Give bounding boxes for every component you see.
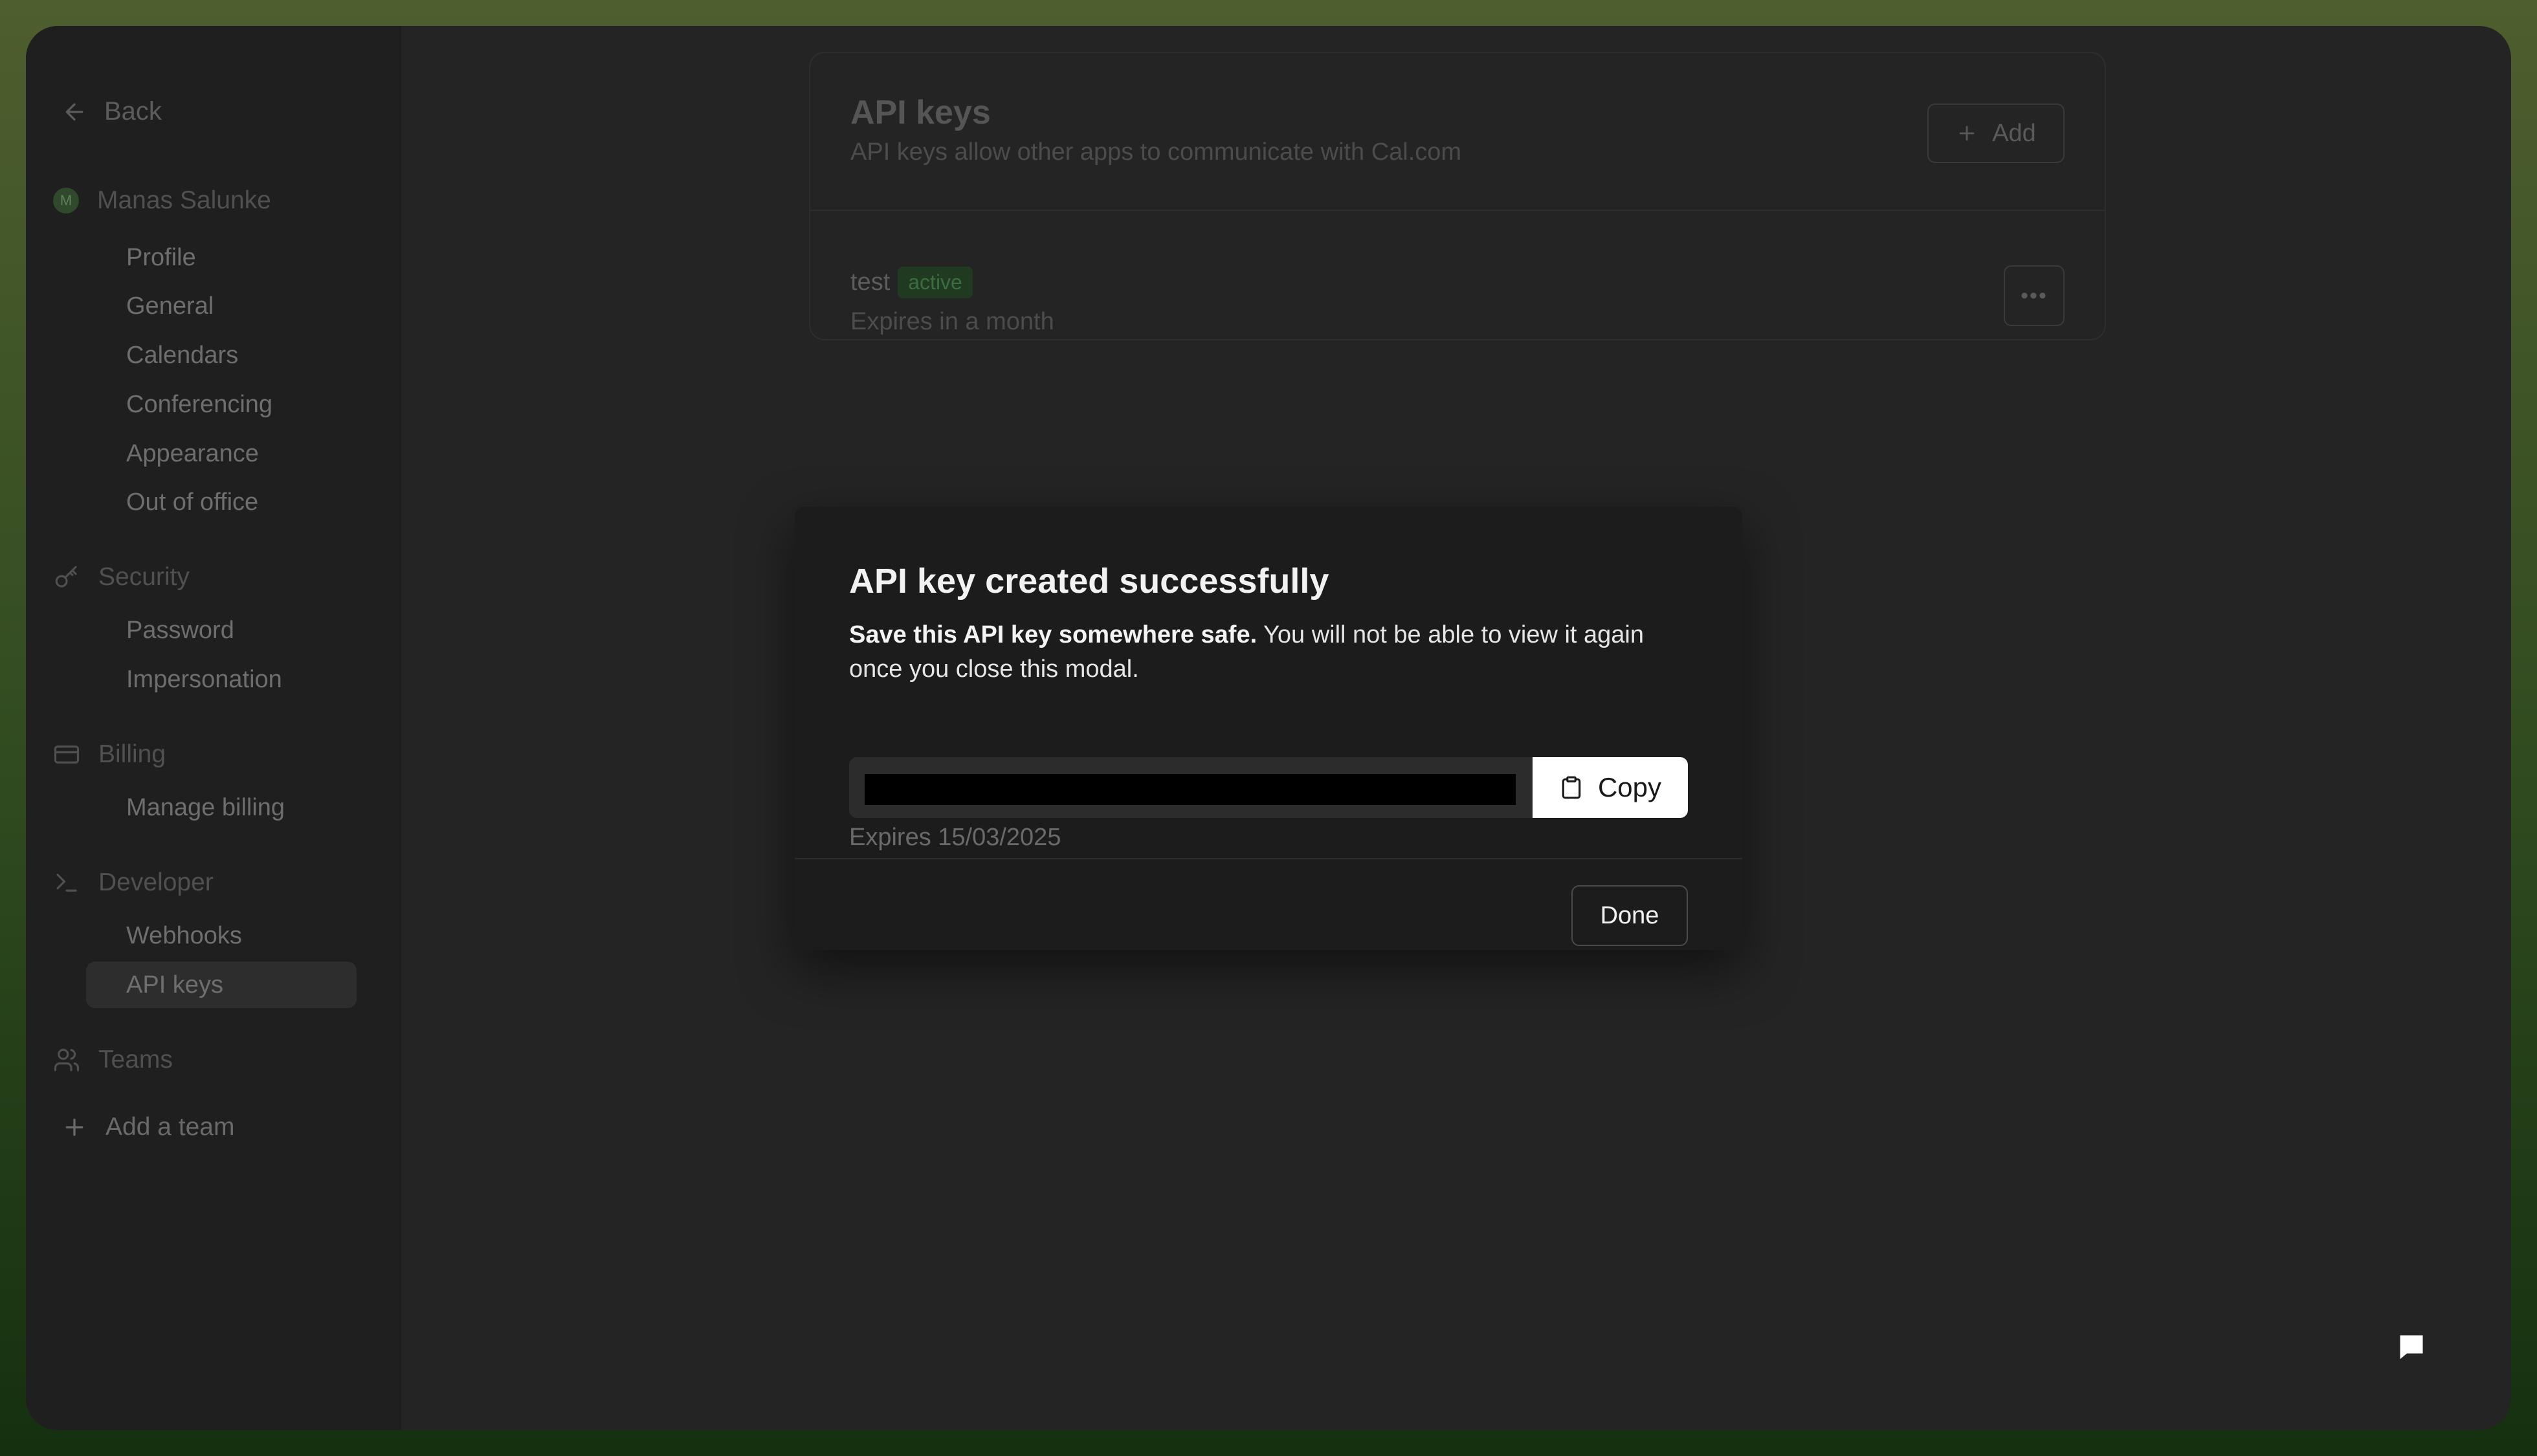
sidebar-item-profile[interactable]: Profile (100, 234, 346, 281)
sidebar-item-out-of-office[interactable]: Out of office (100, 479, 346, 525)
sidebar-user-header: M Manas Salunke (53, 186, 271, 215)
sidebar-item-api-keys[interactable]: API keys (86, 962, 357, 1008)
card-header: API keys API keys allow other apps to co… (810, 53, 2105, 211)
chat-icon[interactable] (2398, 1333, 2425, 1360)
api-keys-card: API keys API keys allow other apps to co… (809, 52, 2106, 340)
sidebar-section-billing: Billing (53, 740, 166, 769)
modal-expiry: Expires 15/03/2025 (849, 824, 1061, 851)
copy-button[interactable]: Copy (1533, 757, 1688, 818)
plus-icon (1959, 126, 1975, 141)
billing-label: Billing (98, 740, 166, 768)
developer-label: Developer (98, 868, 214, 896)
sidebar-item-impersonation[interactable]: Impersonation (100, 656, 346, 703)
api-key-name: test (850, 269, 891, 296)
api-key-expiry: Expires in a month (850, 308, 1054, 335)
sidebar-item-manage-billing[interactable]: Manage billing (100, 784, 346, 831)
status-badge: active (898, 267, 973, 298)
sidebar-item-general[interactable]: General (100, 283, 346, 329)
clipboard-icon (1562, 776, 1581, 799)
sidebar-section-security: Security (53, 563, 190, 591)
credit-card-icon (53, 741, 80, 768)
api-key-created-modal: API key created successfully Save this A… (795, 507, 1742, 950)
sidebar-item-calendars[interactable]: Calendars (100, 332, 346, 379)
modal-divider (795, 858, 1742, 859)
app-window: Back M Manas Salunke Profile General Cal… (26, 26, 2511, 1430)
settings-sidebar: Back M Manas Salunke Profile General Cal… (26, 26, 401, 1430)
page-subtitle: API keys allow other apps to communicate… (850, 138, 1462, 166)
ellipsis-icon: ••• (2021, 283, 2048, 308)
users-icon (53, 1046, 80, 1074)
back-label: Back (104, 97, 162, 126)
api-key-field[interactable] (849, 757, 1533, 818)
plus-icon (65, 1118, 83, 1136)
add-button-label: Add (1992, 119, 2036, 147)
back-link[interactable]: Back (61, 91, 162, 133)
modal-warning-bold: Save this API key somewhere safe. (849, 621, 1257, 648)
modal-description: Save this API key somewhere safe. You wi… (849, 618, 1690, 687)
api-key-row: test active (850, 267, 973, 298)
sidebar-section-developer: Developer (53, 868, 214, 897)
avatar: M (53, 188, 79, 214)
sidebar-section-teams[interactable]: Teams (53, 1046, 173, 1074)
key-icon (53, 564, 80, 591)
more-options-button[interactable]: ••• (2004, 265, 2065, 326)
security-label: Security (98, 563, 190, 591)
terminal-icon (53, 869, 80, 896)
sidebar-item-conferencing[interactable]: Conferencing (100, 381, 346, 428)
modal-title: API key created successfully (849, 562, 1329, 601)
add-team-link[interactable]: Add a team (61, 1113, 234, 1142)
page-title: API keys (850, 94, 991, 131)
add-api-key-button[interactable]: Add (1927, 104, 2065, 163)
user-name: Manas Salunke (97, 186, 271, 214)
api-key-redacted (865, 774, 1516, 805)
add-team-label: Add a team (105, 1113, 235, 1141)
teams-label: Teams (98, 1046, 173, 1074)
copy-label: Copy (1597, 772, 1662, 802)
sidebar-item-appearance[interactable]: Appearance (100, 430, 346, 477)
sidebar-item-password[interactable]: Password (100, 607, 346, 654)
sidebar-item-webhooks[interactable]: Webhooks (100, 912, 346, 959)
arrow-left-icon (65, 103, 83, 120)
done-button[interactable]: Done (1571, 885, 1688, 946)
